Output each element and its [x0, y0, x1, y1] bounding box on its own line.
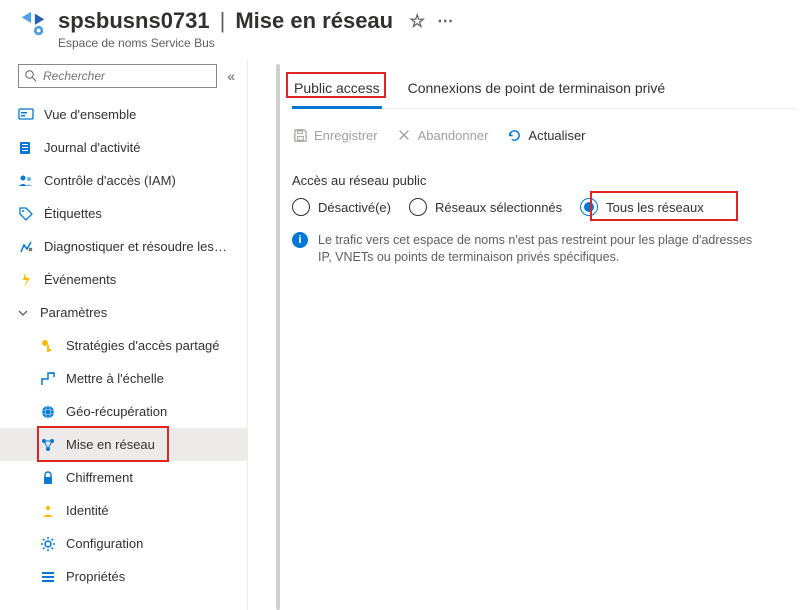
search-input[interactable]: [43, 69, 210, 83]
refresh-button[interactable]: Actualiser: [506, 127, 585, 143]
title-separator: |: [220, 8, 226, 34]
properties-icon: [40, 569, 56, 585]
button-label: Actualiser: [528, 128, 585, 143]
search-icon: [25, 70, 37, 82]
section-name: Mise en réseau: [235, 8, 393, 34]
main-content: Public access Connexions de point de ter…: [248, 60, 811, 610]
refresh-icon: [506, 127, 522, 143]
lock-icon: [40, 470, 56, 486]
sidebar-item-identity[interactable]: Identité: [0, 494, 247, 527]
networking-tabs: Public access Connexions de point de ter…: [292, 76, 797, 109]
radio-label: Tous les réseaux: [606, 200, 704, 215]
sidebar-item-events[interactable]: Événements: [0, 263, 247, 296]
iam-icon: [18, 173, 34, 189]
globe-icon: [40, 404, 56, 420]
networking-icon: [40, 437, 56, 453]
sidebar-item-label: Chiffrement: [66, 470, 133, 485]
sidebar-item-properties[interactable]: Propriétés: [0, 560, 247, 593]
sidebar-nav: Vue d'ensemble Journal d'activité Contrô…: [0, 98, 247, 600]
radio-selected-networks[interactable]: Réseaux sélectionnés: [409, 198, 562, 216]
sidebar-search[interactable]: [18, 64, 217, 88]
sidebar-item-iam[interactable]: Contrôle d'accès (IAM): [0, 164, 247, 197]
service-bus-icon: [18, 8, 48, 38]
collapse-sidebar-icon[interactable]: «: [223, 68, 239, 84]
resource-type-subtitle: Espace de noms Service Bus: [58, 36, 801, 50]
save-button[interactable]: Enregistrer: [292, 127, 378, 143]
sidebar-item-label: Géo-récupération: [66, 404, 167, 419]
public-access-radio-group: Désactivé(e) Réseaux sélectionnés Tous l…: [292, 198, 797, 216]
discard-icon: [396, 127, 412, 143]
page-title: spsbusns0731 | Mise en réseau ☆ ⋯: [58, 8, 801, 34]
sidebar-item-label: Étiquettes: [44, 206, 102, 221]
sidebar-item-label: Configuration: [66, 536, 143, 551]
sidebar-group-settings[interactable]: Paramètres: [0, 296, 247, 329]
sidebar-item-shared-access[interactable]: Stratégies d'accès partagé: [0, 329, 247, 362]
sidebar: « Vue d'ensemble Journal d'activité Cont…: [0, 60, 248, 610]
identity-icon: [40, 503, 56, 519]
radio-disabled[interactable]: Désactivé(e): [292, 198, 391, 216]
info-icon: i: [292, 232, 308, 248]
tab-label: Connexions de point de terminaison privé: [408, 80, 666, 96]
radio-circle-icon: [292, 198, 310, 216]
diagnose-icon: [18, 239, 34, 255]
sidebar-group-label: Paramètres: [40, 305, 107, 320]
sidebar-item-label: Stratégies d'accès partagé: [66, 338, 220, 353]
sidebar-item-geo-recovery[interactable]: Géo-récupération: [0, 395, 247, 428]
key-icon: [40, 338, 56, 354]
activity-log-icon: [18, 140, 34, 156]
sidebar-item-diagnose[interactable]: Diagnostiquer et résoudre les…: [0, 230, 247, 263]
tab-public-access[interactable]: Public access: [292, 76, 382, 108]
sidebar-item-label: Contrôle d'accès (IAM): [44, 173, 176, 188]
gear-icon: [40, 536, 56, 552]
command-bar: Enregistrer Abandonner Actualiser: [292, 127, 797, 143]
chevron-down-icon: [18, 308, 30, 318]
sidebar-item-label: Identité: [66, 503, 109, 518]
events-icon: [18, 272, 34, 288]
sidebar-item-tags[interactable]: Étiquettes: [0, 197, 247, 230]
sidebar-item-locks[interactable]: Verrous: [0, 593, 247, 600]
tab-private-endpoints[interactable]: Connexions de point de terminaison privé: [406, 76, 668, 108]
sidebar-item-label: Mise en réseau: [66, 437, 155, 452]
overview-icon: [18, 107, 34, 123]
sidebar-item-label: Diagnostiquer et résoudre les…: [44, 239, 227, 254]
sidebar-item-label: Vue d'ensemble: [44, 107, 136, 122]
button-label: Abandonner: [418, 128, 489, 143]
save-icon: [292, 127, 308, 143]
radio-label: Désactivé(e): [318, 200, 391, 215]
page-header: spsbusns0731 | Mise en réseau ☆ ⋯ Espace…: [0, 0, 811, 60]
sidebar-item-networking[interactable]: Mise en réseau: [0, 428, 247, 461]
scale-icon: [40, 371, 56, 387]
resource-name: spsbusns0731: [58, 8, 210, 34]
sidebar-item-label: Événements: [44, 272, 116, 287]
tab-label: Public access: [294, 80, 380, 96]
sidebar-item-encryption[interactable]: Chiffrement: [0, 461, 247, 494]
sidebar-item-label: Mettre à l'échelle: [66, 371, 164, 386]
sidebar-item-label: Propriétés: [66, 569, 125, 584]
sidebar-item-scale[interactable]: Mettre à l'échelle: [0, 362, 247, 395]
sidebar-item-label: Journal d'activité: [44, 140, 140, 155]
sidebar-item-activity-log[interactable]: Journal d'activité: [0, 131, 247, 164]
radio-label: Réseaux sélectionnés: [435, 200, 562, 215]
public-network-access-label: Accès au réseau public: [292, 173, 797, 188]
sidebar-item-configuration[interactable]: Configuration: [0, 527, 247, 560]
sidebar-item-overview[interactable]: Vue d'ensemble: [0, 98, 247, 131]
tags-icon: [18, 206, 34, 222]
info-text: Le trafic vers cet espace de noms n'est …: [318, 232, 758, 266]
more-actions-icon[interactable]: ⋯: [437, 11, 455, 31]
button-label: Enregistrer: [314, 128, 378, 143]
radio-circle-checked-icon: [580, 198, 598, 216]
radio-circle-icon: [409, 198, 427, 216]
radio-all-networks[interactable]: Tous les réseaux: [580, 198, 704, 216]
info-message: i Le trafic vers cet espace de noms n'es…: [292, 232, 797, 266]
discard-button[interactable]: Abandonner: [396, 127, 489, 143]
favorite-star-icon[interactable]: ☆: [409, 11, 425, 32]
